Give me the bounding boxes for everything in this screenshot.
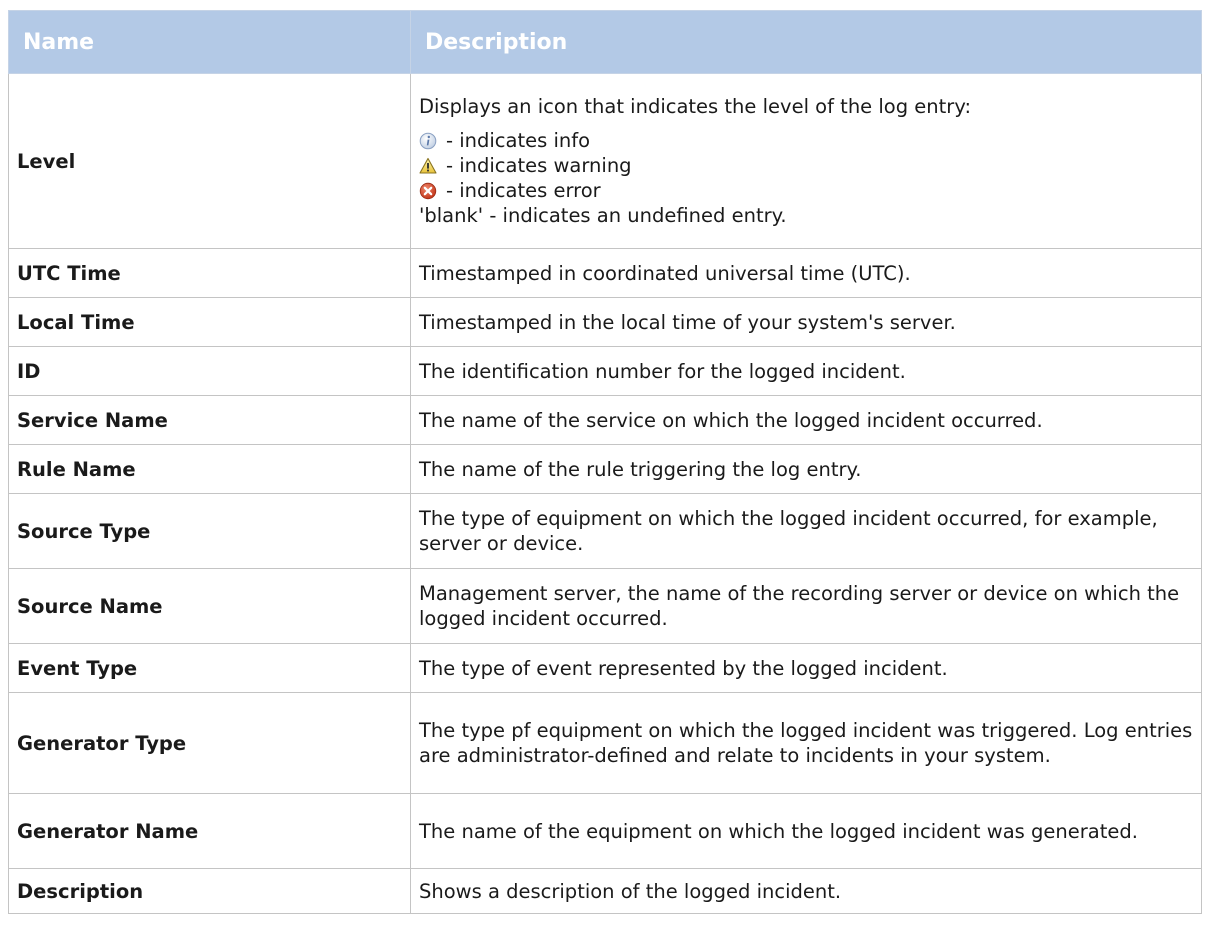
- error-icon: [419, 182, 437, 199]
- level-item-info: - indicates info: [419, 128, 1193, 153]
- table-row: Source Type The type of equipment on whi…: [8, 493, 1202, 569]
- table-row: Generator Type The type pf equipment on …: [8, 692, 1202, 794]
- row-description: Timestamped in the local time of your sy…: [410, 297, 1202, 347]
- table-row: Local Time Timestamped in the local time…: [8, 297, 1202, 347]
- row-description: The type pf equipment on which the logge…: [410, 692, 1202, 794]
- row-description: The identification number for the logged…: [410, 346, 1202, 396]
- level-blank-text: 'blank' - indicates an undefined entry.: [419, 204, 787, 227]
- header-name: Name: [8, 10, 411, 74]
- table-row: Description Shows a description of the l…: [8, 868, 1202, 914]
- table-row: Service Name The name of the service on …: [8, 395, 1202, 445]
- row-description: The name of the service on which the log…: [410, 395, 1202, 445]
- row-name: Local Time: [8, 297, 411, 347]
- row-name: Rule Name: [8, 444, 411, 494]
- table-row: ID The identification number for the log…: [8, 346, 1202, 396]
- row-name: Event Type: [8, 643, 411, 693]
- level-item-text: - indicates info: [446, 129, 591, 152]
- row-name: Generator Type: [8, 692, 411, 794]
- level-item-text: - indicates error: [446, 179, 601, 202]
- row-name: Service Name: [8, 395, 411, 445]
- log-columns-table: Name Description Level Displays an icon …: [8, 10, 1202, 914]
- level-item-warning: - indicates warning: [419, 153, 1193, 178]
- table-row: Generator Name The name of the equipment…: [8, 793, 1202, 869]
- row-description: Management server, the name of the recor…: [410, 568, 1202, 644]
- level-intro: Displays an icon that indicates the leve…: [419, 95, 972, 118]
- table-body: Level Displays an icon that indicates th…: [8, 73, 1202, 914]
- warning-icon: [419, 157, 437, 174]
- level-item-error: - indicates error: [419, 178, 1193, 203]
- row-name: Generator Name: [8, 793, 411, 869]
- row-name: Source Type: [8, 493, 411, 569]
- header-row: Name Description: [8, 10, 1202, 74]
- log-columns-table-wrapper: Name Description Level Displays an icon …: [8, 10, 1202, 914]
- row-name: Level: [8, 73, 411, 249]
- table-row-level: Level Displays an icon that indicates th…: [8, 73, 1202, 249]
- row-description: The type of event represented by the log…: [410, 643, 1202, 693]
- info-icon: [419, 132, 437, 149]
- table-row: Rule Name The name of the rule triggerin…: [8, 444, 1202, 494]
- table-header: Name Description: [8, 10, 1202, 74]
- table-row: Event Type The type of event represented…: [8, 643, 1202, 693]
- row-name: ID: [8, 346, 411, 396]
- row-description: The type of equipment on which the logge…: [410, 493, 1202, 569]
- header-description: Description: [410, 10, 1202, 74]
- table-row: UTC Time Timestamped in coordinated univ…: [8, 248, 1202, 298]
- row-description: The name of the equipment on which the l…: [410, 793, 1202, 869]
- row-description: Displays an icon that indicates the leve…: [410, 73, 1202, 249]
- row-name: Description: [8, 868, 411, 914]
- level-item-text: - indicates warning: [446, 154, 632, 177]
- row-description: The name of the rule triggering the log …: [410, 444, 1202, 494]
- row-name: Source Name: [8, 568, 411, 644]
- row-name: UTC Time: [8, 248, 411, 298]
- row-description: Shows a description of the logged incide…: [410, 868, 1202, 914]
- row-description: Timestamped in coordinated universal tim…: [410, 248, 1202, 298]
- table-row: Source Name Management server, the name …: [8, 568, 1202, 644]
